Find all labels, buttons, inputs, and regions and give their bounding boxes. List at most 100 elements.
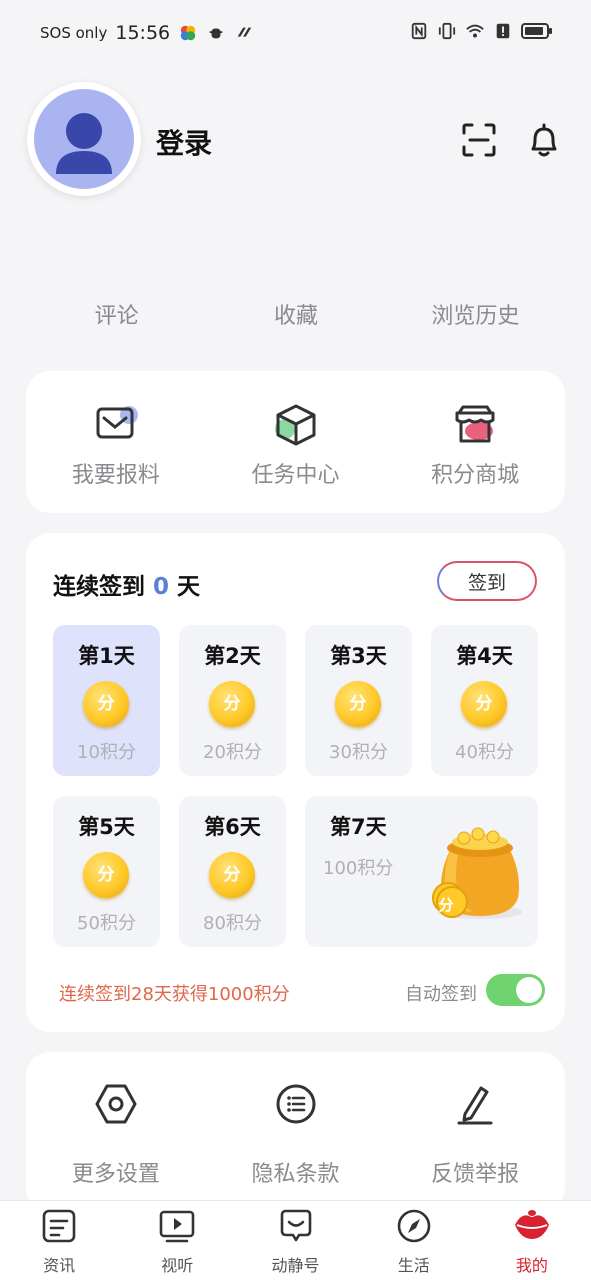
coin-icon: 分: [335, 681, 381, 727]
bottom-nav: 资讯 视听 动静号 生活 我的: [0, 1200, 591, 1280]
chat-smile-icon: [280, 1209, 311, 1242]
day-points: 30积分: [329, 742, 388, 763]
privacy-button[interactable]: 隐私条款: [206, 1082, 386, 1188]
coin-text: 分: [223, 865, 241, 885]
coin-text: 分: [438, 896, 454, 914]
coin-icon: 分: [209, 852, 255, 898]
profile-lips-icon: [514, 1210, 549, 1239]
nav-mine[interactable]: 我的: [473, 1201, 591, 1280]
quick-links: 评论 收藏 浏览历史: [27, 298, 565, 330]
app-stripes-icon: [237, 27, 252, 37]
privacy-label: 隐私条款: [251, 1162, 340, 1187]
coin-icon: 分: [83, 681, 129, 727]
points-mall-button[interactable]: 积分商城: [385, 403, 565, 489]
user-silhouette-icon: [56, 113, 112, 174]
signin-day-4: 第4天 分 40积分: [431, 625, 538, 776]
streak-reward-note: 连续签到28天获得1000积分: [59, 984, 290, 1005]
hexagon-settings-icon: [95, 1084, 137, 1124]
signin-day-2: 第2天 分 20积分: [179, 625, 286, 776]
vibrate-icon: [438, 22, 456, 40]
favorites-link[interactable]: 收藏: [206, 298, 385, 330]
wifi-icon: [466, 24, 484, 38]
bell-icon[interactable]: [524, 120, 564, 160]
day-label: 第6天: [204, 815, 261, 839]
report-news-label: 我要报料: [71, 463, 160, 488]
store-icon: [455, 405, 495, 443]
coin-icon: 分: [209, 681, 255, 727]
day-label: 第1天: [78, 644, 135, 668]
coin-text: 分: [97, 694, 115, 714]
day-points: 10积分: [77, 742, 136, 763]
avatar[interactable]: [27, 82, 141, 196]
signin-title-prefix: 连续签到: [53, 574, 154, 600]
battery-icon: [521, 23, 552, 39]
nav-dongjing-label: 动静号: [271, 1256, 320, 1275]
news-icon: [42, 1209, 76, 1243]
comments-link[interactable]: 评论: [27, 298, 206, 330]
coin-text: 分: [97, 865, 115, 885]
day-points: 20积分: [203, 742, 262, 763]
more-settings-button[interactable]: 更多设置: [26, 1082, 206, 1188]
app-color-icon: [180, 25, 196, 41]
feedback-button[interactable]: 反馈举报: [385, 1082, 565, 1188]
nav-video-label: 视听: [161, 1256, 194, 1275]
day-label: 第4天: [456, 644, 513, 668]
nav-dongjing[interactable]: 动静号: [236, 1201, 354, 1280]
settings-card: 更多设置 隐私条款 反馈举报: [26, 1052, 565, 1212]
signin-day-1: 第1天 分 10积分: [53, 625, 160, 776]
day-label: 第5天: [78, 815, 135, 839]
nav-life[interactable]: 生活: [355, 1201, 473, 1280]
points-mall-label: 积分商城: [431, 463, 520, 488]
coin-icon: 分: [83, 852, 129, 898]
day-points: 80积分: [203, 913, 262, 934]
signin-card: 连续签到 0 天 签到 第1天 分 10积分 第2天 分 20积分 第3天 分 …: [26, 533, 565, 1032]
day-points: 50积分: [77, 913, 136, 934]
signin-title-suffix: 天: [169, 574, 201, 600]
history-link[interactable]: 浏览历史: [386, 298, 565, 330]
nav-mine-label: 我的: [515, 1256, 548, 1275]
signin-day-5: 第5天 分 50积分: [53, 796, 160, 947]
box-icon: [274, 404, 315, 446]
report-news-button[interactable]: 我要报料: [26, 403, 206, 489]
signin-day-3: 第3天 分 30积分: [305, 625, 412, 776]
nav-video[interactable]: 视听: [118, 1201, 236, 1280]
bug-icon: [209, 28, 223, 39]
feedback-label: 反馈举报: [431, 1162, 520, 1187]
mail-icon: [96, 406, 138, 439]
status-bar: SOS only 15:56: [0, 0, 591, 66]
coin-text: 分: [223, 694, 241, 714]
day-points: 40积分: [455, 742, 514, 763]
video-icon: [159, 1210, 195, 1243]
signin-day-7: 第7天 100积分 分: [305, 796, 538, 947]
coin-text: 分: [349, 694, 367, 714]
list-circle-icon: [276, 1084, 315, 1124]
status-time: 15:56: [115, 22, 171, 44]
avatar-image: [34, 89, 134, 189]
carrier-text: SOS only: [40, 24, 108, 42]
nav-life-label: 生活: [397, 1256, 430, 1275]
day-label: 第2天: [204, 644, 261, 668]
day-points: 100积分: [323, 858, 394, 879]
login-link[interactable]: 登录: [156, 122, 212, 162]
compass-icon: [397, 1209, 431, 1243]
day-label: 第7天: [330, 815, 387, 839]
pen-icon: [457, 1086, 493, 1125]
scan-icon[interactable]: [459, 120, 499, 160]
nav-news-label: 资讯: [43, 1256, 76, 1275]
signin-day-6: 第6天 分 80积分: [179, 796, 286, 947]
signal-alert-icon: [496, 23, 510, 39]
auto-signin-label: 自动签到: [405, 984, 477, 1005]
auto-signin-toggle[interactable]: [486, 974, 545, 1006]
signin-days-count: 0: [153, 574, 170, 600]
task-center-button[interactable]: 任务中心: [206, 403, 386, 489]
toggle-knob: [516, 977, 542, 1003]
day-label: 第3天: [330, 644, 387, 668]
tools-card: 我要报料 任务中心 积分商城: [26, 371, 565, 513]
signin-button[interactable]: 签到: [437, 561, 537, 601]
task-center-label: 任务中心: [251, 463, 340, 488]
nav-news[interactable]: 资讯: [0, 1201, 118, 1280]
more-settings-label: 更多设置: [71, 1162, 160, 1187]
nfc-icon: [411, 22, 427, 40]
pot-coin-icon: 分: [431, 890, 461, 920]
coin-text: 分: [475, 694, 493, 714]
